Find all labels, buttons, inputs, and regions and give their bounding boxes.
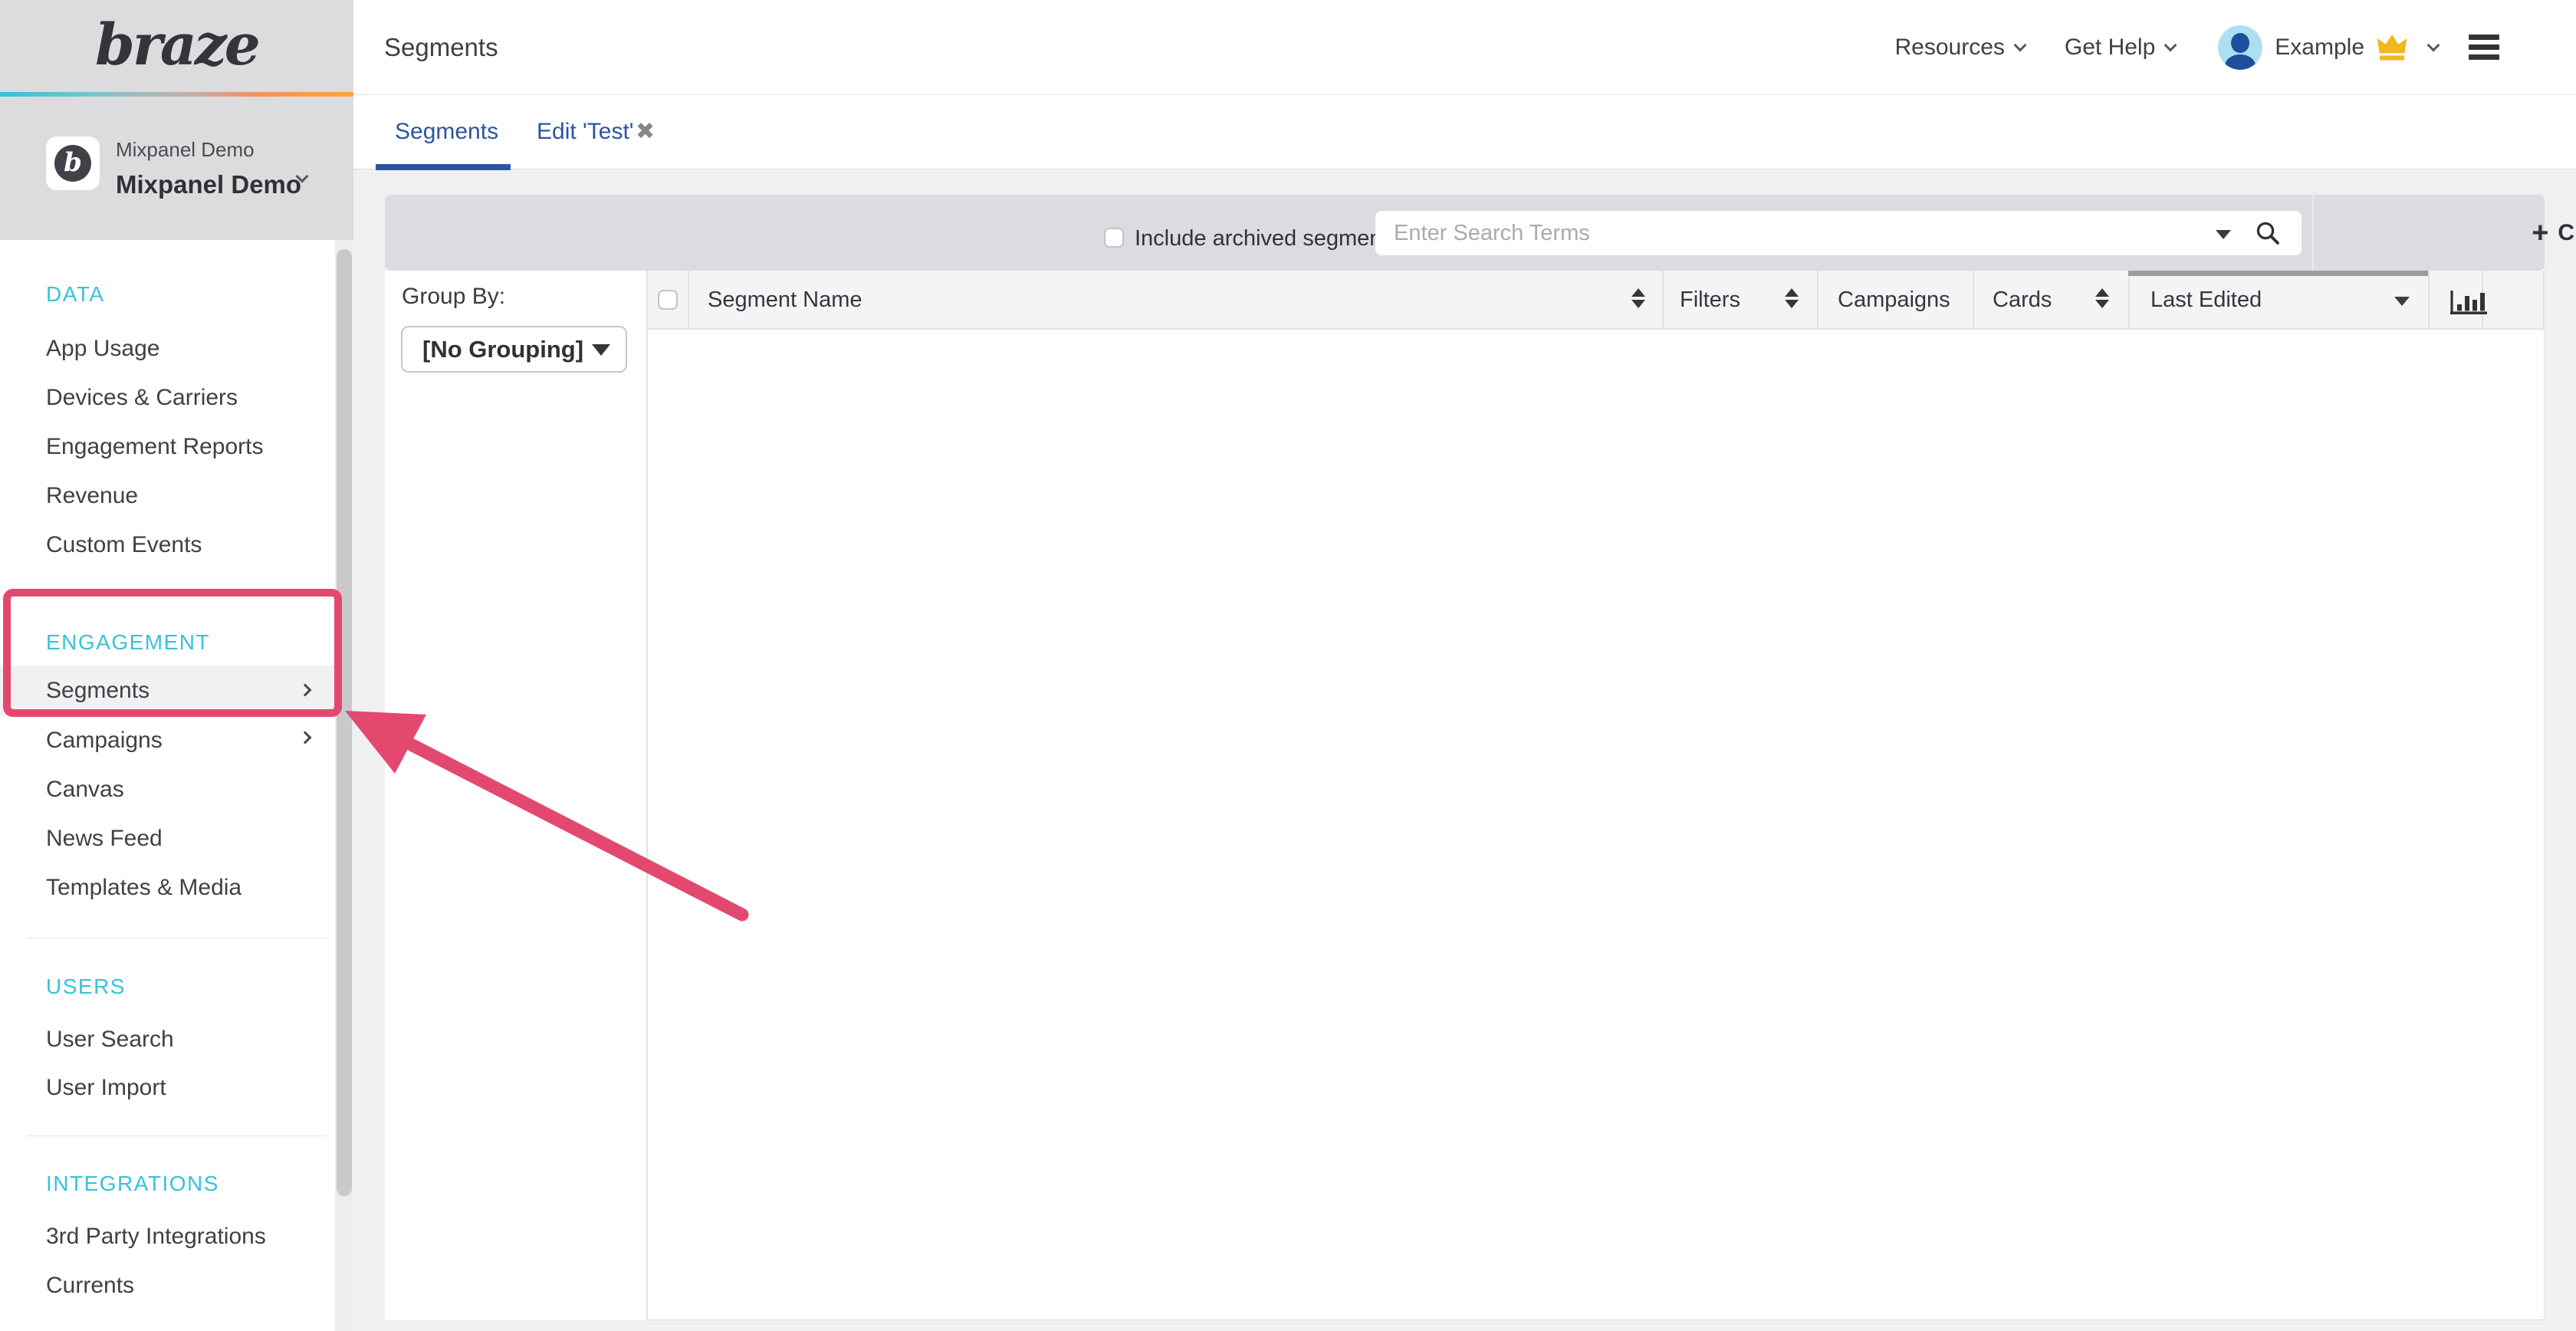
group-by-label: Group By: [402, 284, 505, 310]
group-by-value: [No Grouping] [422, 327, 583, 371]
include-archived-checkbox[interactable] [1104, 228, 1124, 248]
chevron-right-icon [299, 731, 312, 744]
tab-edit-test[interactable]: Edit 'Test' [537, 95, 634, 169]
workspace-logo: b [46, 136, 100, 190]
sidebar-item-news-feed[interactable]: News Feed [46, 826, 163, 852]
sidebar-item-app-usage[interactable]: App Usage [46, 336, 159, 362]
include-archived-label: Include archived segments [1135, 226, 1399, 251]
segments-table-header: Segment Name Filters Campaigns Cards Las… [648, 271, 2545, 330]
active-tab-underline [376, 164, 511, 170]
group-by-dropdown[interactable]: [No Grouping] [401, 326, 627, 373]
sidebar-scrollbar-thumb[interactable] [337, 249, 352, 1196]
sidebar-item-user-search[interactable]: User Search [46, 1027, 174, 1053]
close-icon[interactable]: ✖ [636, 95, 655, 169]
sidebar-item-devices-carriers[interactable]: Devices & Carriers [46, 385, 238, 411]
tab-bar: Segments Edit 'Test' ✖ [353, 95, 2576, 169]
sidebar-item-canvas[interactable]: Canvas [46, 777, 124, 803]
create-segment-label: Create Segment [2558, 220, 2576, 245]
chevron-down-icon [2013, 38, 2026, 51]
sidebar-item-revenue[interactable]: Revenue [46, 483, 138, 509]
chevron-down-icon [2164, 38, 2177, 51]
group-by-panel: Group By: [No Grouping] [385, 271, 648, 1320]
select-all-checkbox[interactable] [658, 290, 678, 310]
column-header-last-edited[interactable]: Last Edited [2150, 271, 2262, 330]
sort-icon[interactable] [2095, 288, 2109, 308]
get-help-menu[interactable]: Get Help [2065, 35, 2155, 61]
segments-table-body [648, 330, 2545, 1320]
user-menu[interactable]: Example [2275, 35, 2364, 61]
workspace-app-label: Mixpanel Demo [116, 138, 255, 162]
chevron-right-icon [299, 684, 312, 697]
top-bar: Segments Resources Get Help Example [353, 0, 2576, 95]
sidebar-item-3rd-party-integrations[interactable]: 3rd Party Integrations [46, 1224, 266, 1250]
sort-desc-icon[interactable] [2394, 297, 2410, 306]
column-header-filters[interactable]: Filters [1680, 271, 1740, 330]
sidebar-item-templates-media[interactable]: Templates & Media [46, 875, 242, 901]
sidebar-item-campaigns[interactable]: Campaigns [46, 728, 163, 754]
search-input[interactable] [1375, 211, 2188, 255]
braze-dashboard: braze Segments Resources Get Help Exampl… [0, 0, 2576, 1331]
column-header-campaigns[interactable]: Campaigns [1838, 271, 1950, 330]
tab-segments[interactable]: Segments [395, 95, 498, 169]
hamburger-menu-icon[interactable] [2469, 35, 2499, 60]
section-heading-engagement: ENGAGEMENT [46, 630, 210, 655]
workspace-selector[interactable]: b Mixpanel Demo Mixpanel Demo [0, 97, 353, 240]
app-b-icon: b [54, 145, 91, 182]
sidebar-item-engagement-reports[interactable]: Engagement Reports [46, 434, 264, 460]
sidebar-item-user-import[interactable]: User Import [46, 1075, 166, 1101]
crown-icon [2375, 32, 2409, 63]
avatar-head [2231, 33, 2249, 53]
sidebar-nav: DATA App Usage Devices & Carriers Engage… [0, 240, 353, 1331]
workspace-name: Mixpanel Demo [116, 170, 301, 199]
section-heading-integrations: INTEGRATIONS [46, 1172, 219, 1196]
search-dropdown-caret-icon[interactable] [2216, 230, 2231, 239]
column-header-cards[interactable]: Cards [1993, 271, 2052, 330]
top-bar-menus: Resources Get Help Example [1894, 25, 2499, 70]
sidebar-item-segments[interactable]: Segments [0, 666, 335, 715]
search-icon[interactable] [2254, 219, 2282, 247]
avatar-body [2225, 54, 2256, 70]
sorted-column-indicator [2128, 271, 2428, 276]
search-box [1375, 211, 2302, 255]
sort-icon[interactable] [1631, 288, 1645, 308]
section-divider [27, 1135, 327, 1136]
chevron-down-icon [2427, 38, 2440, 51]
toolbar-separator [2312, 195, 2314, 271]
brand-header: braze [0, 0, 353, 97]
column-header-segment-name[interactable]: Segment Name [708, 271, 863, 330]
sidebar-item-label: Segments [46, 666, 150, 715]
sidebar-item-currents[interactable]: Currents [46, 1273, 134, 1299]
plus-icon: + [2532, 217, 2548, 249]
chart-column-icon[interactable] [2449, 284, 2489, 317]
create-segment-button[interactable]: + Create Segment [2337, 195, 2576, 271]
section-heading-users: USERS [46, 974, 126, 999]
resources-menu[interactable]: Resources [1894, 35, 2004, 61]
section-heading-data: DATA [46, 282, 105, 307]
segments-toolbar: Include archived segments +Create Segmen… [385, 195, 2545, 271]
dropdown-caret-icon [592, 344, 610, 356]
avatar[interactable] [2218, 25, 2262, 70]
braze-logo: braze [0, 0, 353, 90]
sidebar-item-custom-events[interactable]: Custom Events [46, 532, 202, 558]
page-title: Segments [384, 33, 498, 62]
sort-icon[interactable] [1785, 288, 1799, 308]
